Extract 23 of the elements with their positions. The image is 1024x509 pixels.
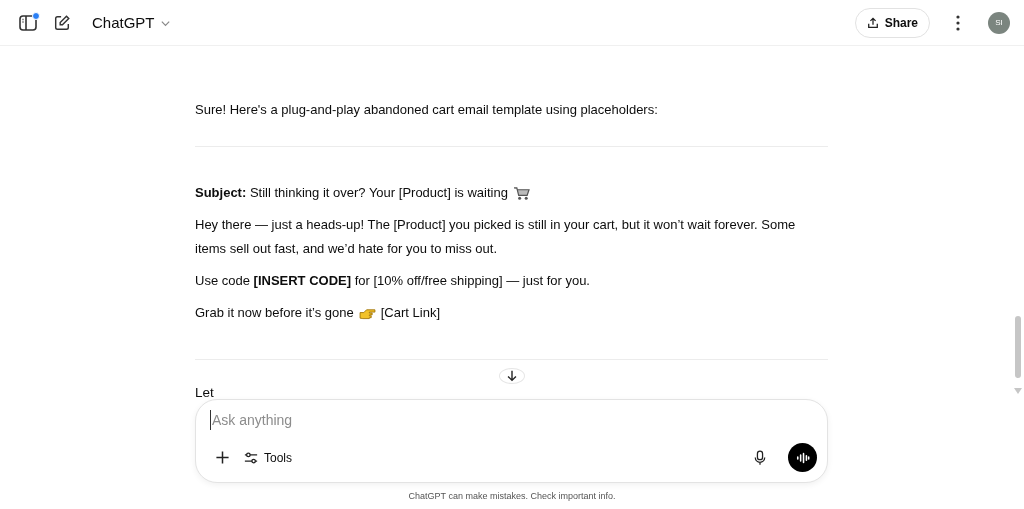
edit-icon (53, 13, 71, 32)
voice-mode-button[interactable] (788, 443, 817, 472)
sidebar-icon (18, 12, 38, 33)
message-text: Let (195, 386, 215, 400)
email-paragraph: Hey there — just a heads-up! The [Product] you picked is still in your cart, but it won’t wait forever. Some items sell out fast, and we’d hate for you to miss out. (195, 216, 797, 258)
sound-wave-icon (795, 450, 810, 465)
microphone-icon (754, 449, 766, 466)
plus-icon (214, 450, 230, 465)
placeholder-text: [Cart Link] (380, 304, 440, 322)
chevron-down-icon (159, 18, 171, 29)
disclaimer-text: ChatGPT can make mistakes. Check important info. (407, 490, 617, 503)
email-paragraph: Use code [INSERT CODE] for [10% off/free shipping] — just for you. (195, 272, 590, 290)
pointing-hand-icon (358, 306, 376, 320)
more-icon (956, 14, 960, 31)
shopping-cart-icon (512, 185, 530, 201)
message-text: Sure! Here's a plug-and-play abandoned cart email template using placeholders: (195, 101, 659, 119)
email-paragraph: Grab it now before it’s gone (195, 304, 354, 322)
email-subject: Subject: Still thinking it over? Your [Product] is waiting (195, 184, 508, 202)
sliders-icon (244, 450, 258, 465)
avatar[interactable]: SI (988, 11, 1010, 34)
upload-icon (866, 16, 879, 29)
model-selector[interactable]: ChatGPT (92, 14, 171, 31)
tools-button[interactable]: Tools (244, 450, 292, 465)
